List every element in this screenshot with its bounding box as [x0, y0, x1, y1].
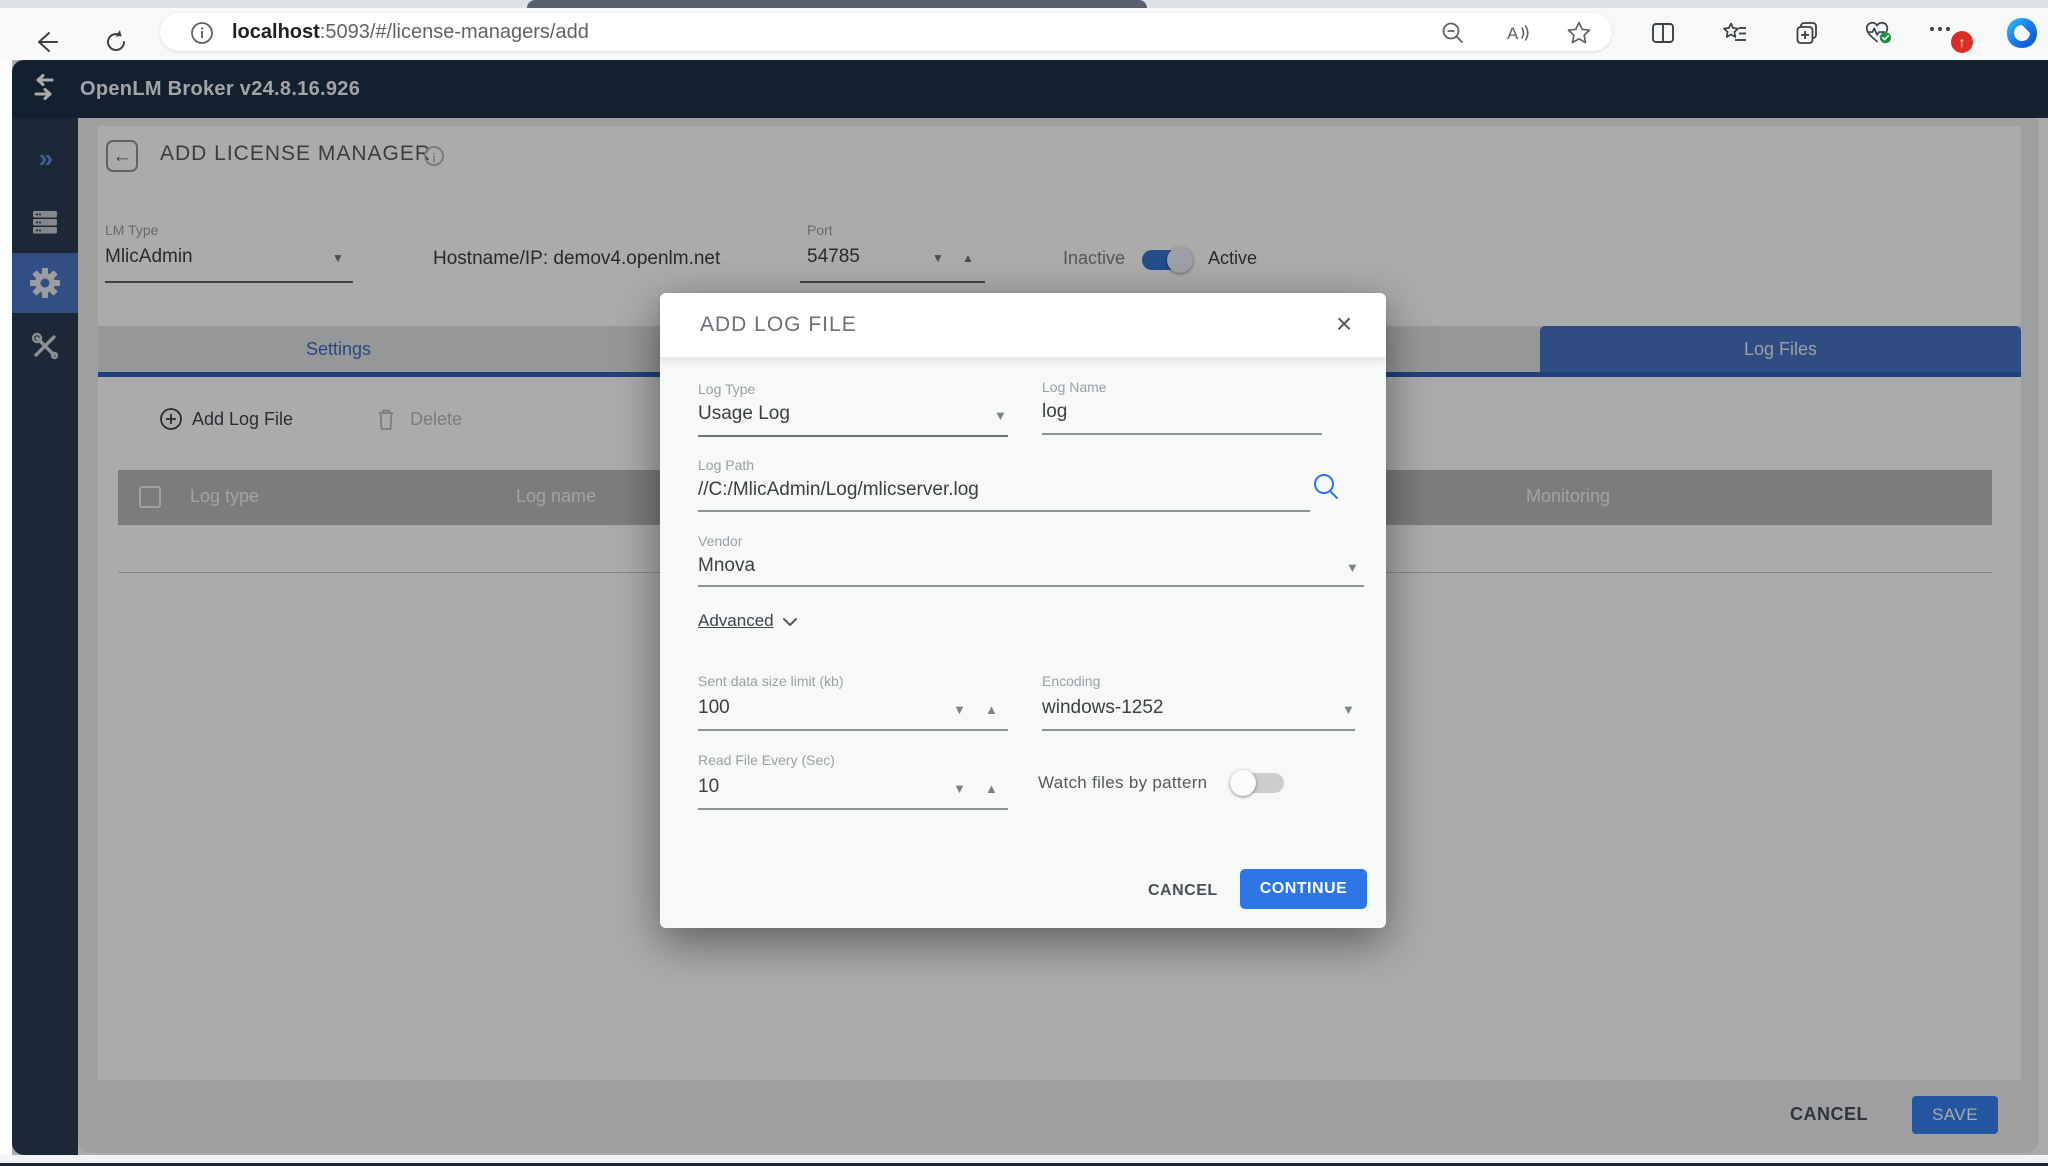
dialog-cancel-button[interactable]: CANCEL — [1148, 882, 1218, 900]
add-log-file-dialog: ADD LOG FILE Log Type Usage Log ▼ Log Na… — [660, 293, 1386, 928]
watch-pattern-toggle-knob[interactable] — [1230, 770, 1256, 796]
window-frame-bottom — [0, 1155, 2048, 1163]
browse-path-button[interactable] — [1310, 471, 1342, 503]
split-screen-icon[interactable] — [1649, 19, 1677, 47]
browser-menu-dots-icon[interactable] — [1926, 19, 1954, 47]
window-frame-left — [0, 60, 12, 1155]
log-path-label: Log Path — [698, 457, 754, 473]
sent-size-label: Sent data size limit (kb) — [698, 673, 844, 689]
log-type-select[interactable]: Usage Log — [698, 403, 790, 425]
read-every-decrement-icon[interactable]: ▼ — [953, 782, 966, 795]
vendor-underline — [698, 585, 1364, 587]
log-name-label: Log Name — [1042, 379, 1107, 395]
browser-essentials-icon[interactable] — [1864, 19, 1892, 47]
svg-text:A: A — [1507, 24, 1519, 43]
vendor-dropdown-icon[interactable]: ▼ — [1346, 561, 1359, 574]
url-host: localhost — [232, 21, 320, 43]
log-path-underline — [698, 510, 1310, 512]
vendor-select[interactable]: Mnova — [698, 555, 755, 577]
read-aloud-icon[interactable]: A — [1503, 19, 1531, 47]
log-type-underline — [698, 435, 1008, 437]
sent-size-input[interactable]: 100 — [698, 697, 730, 719]
copilot-icon[interactable] — [2004, 15, 2040, 51]
sent-size-decrement-icon[interactable]: ▼ — [953, 703, 966, 716]
log-path-input[interactable]: //C:/MlicAdmin/Log/mlicserver.log — [698, 479, 979, 501]
advanced-toggle-link[interactable]: Advanced — [698, 611, 774, 631]
read-every-label: Read File Every (Sec) — [698, 752, 835, 768]
sent-size-underline — [698, 729, 1008, 731]
read-every-increment-icon[interactable]: ▲ — [985, 782, 998, 795]
encoding-dropdown-icon[interactable]: ▼ — [1342, 703, 1355, 716]
vendor-label: Vendor — [698, 533, 742, 549]
log-name-input[interactable]: log — [1042, 401, 1067, 423]
browser-back-icon[interactable] — [32, 28, 60, 56]
browser-tab-remnant — [527, 0, 1147, 8]
read-every-input[interactable]: 10 — [698, 776, 719, 798]
collections-icon[interactable] — [1793, 19, 1821, 47]
zoom-out-icon[interactable] — [1439, 19, 1467, 47]
encoding-label: Encoding — [1042, 673, 1100, 689]
encoding-select[interactable]: windows-1252 — [1042, 697, 1163, 719]
badge-arrow: ↑ — [1959, 34, 1966, 50]
favorites-bar-icon[interactable] — [1721, 19, 1749, 47]
log-type-dropdown-icon[interactable]: ▼ — [994, 409, 1007, 422]
watch-pattern-label: Watch files by pattern — [1038, 773, 1207, 793]
dialog-title: ADD LOG FILE — [700, 293, 857, 357]
dialog-close-icon[interactable]: × — [1324, 305, 1364, 345]
sent-size-increment-icon[interactable]: ▲ — [985, 703, 998, 716]
favorite-star-icon[interactable] — [1565, 19, 1593, 47]
log-type-label: Log Type — [698, 381, 755, 397]
advanced-chevron-icon[interactable] — [782, 617, 798, 627]
url-text[interactable]: localhost:5093/#/license-managers/add — [232, 13, 589, 51]
search-icon — [1310, 471, 1342, 503]
read-every-underline — [698, 808, 1008, 810]
update-badge: ↑ — [1951, 31, 1973, 53]
url-path: :5093/#/license-managers/add — [320, 21, 589, 43]
encoding-underline — [1042, 729, 1355, 731]
screen: localhost:5093/#/license-managers/add A … — [0, 0, 2048, 1166]
browser-refresh-icon[interactable] — [102, 28, 130, 56]
dialog-continue-button[interactable]: CONTINUE — [1240, 869, 1367, 909]
site-info-icon[interactable] — [190, 21, 214, 45]
log-name-underline — [1042, 433, 1322, 435]
